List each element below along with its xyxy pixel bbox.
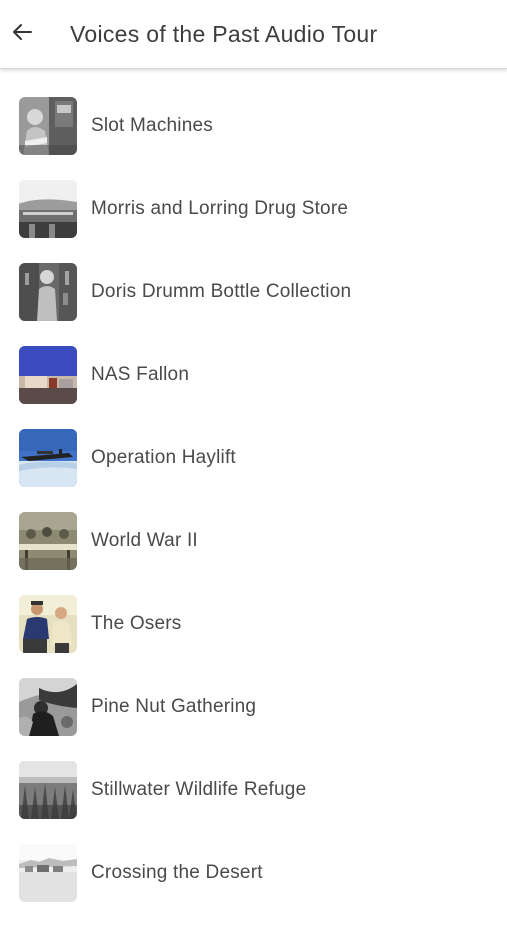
list-item-label: Doris Drumm Bottle Collection <box>91 281 352 302</box>
photo-the-osers <box>19 595 77 653</box>
tour-stop-list: Slot Machines Morris and Lorring Drug St… <box>0 72 507 927</box>
list-item-label: Crossing the Desert <box>91 862 263 883</box>
list-item-label: NAS Fallon <box>91 364 190 385</box>
list-item-label: The Osers <box>91 613 182 634</box>
list-item-drug-store[interactable]: Morris and Lorring Drug Store <box>0 180 507 263</box>
list-item-label: Pine Nut Gathering <box>91 696 257 717</box>
app-bar: Voices of the Past Audio Tour <box>0 0 507 69</box>
arrow-left-icon <box>11 21 33 48</box>
photo-crossing-desert <box>19 844 77 902</box>
list-item-pine-nut-gathering[interactable]: Pine Nut Gathering <box>0 678 507 761</box>
photo-nas-fallon <box>19 346 77 404</box>
list-item-crossing-desert[interactable]: Crossing the Desert <box>0 844 507 927</box>
back-button[interactable] <box>4 14 40 54</box>
list-item-operation-haylift[interactable]: Operation Haylift <box>0 429 507 512</box>
list-item-label: Stillwater Wildlife Refuge <box>91 779 307 800</box>
page-title: Voices of the Past Audio Tour <box>70 21 378 47</box>
photo-drug-store <box>19 180 77 238</box>
list-item-slot-machines[interactable]: Slot Machines <box>0 97 507 180</box>
photo-bottle-collection <box>19 263 77 321</box>
list-item-nas-fallon[interactable]: NAS Fallon <box>0 346 507 429</box>
list-item-bottle-collection[interactable]: Doris Drumm Bottle Collection <box>0 263 507 346</box>
photo-operation-haylift <box>19 429 77 487</box>
photo-stillwater-refuge <box>19 761 77 819</box>
list-item-stillwater-refuge[interactable]: Stillwater Wildlife Refuge <box>0 761 507 844</box>
list-item-the-osers[interactable]: The Osers <box>0 595 507 678</box>
photo-world-war-ii <box>19 512 77 570</box>
photo-pine-nut-gathering <box>19 678 77 736</box>
list-item-label: Operation Haylift <box>91 447 236 468</box>
list-item-label: World War II <box>91 530 198 551</box>
list-item-world-war-ii[interactable]: World War II <box>0 512 507 595</box>
list-item-label: Morris and Lorring Drug Store <box>91 198 349 219</box>
photo-slot-machines <box>19 97 77 155</box>
list-item-label: Slot Machines <box>91 115 213 136</box>
